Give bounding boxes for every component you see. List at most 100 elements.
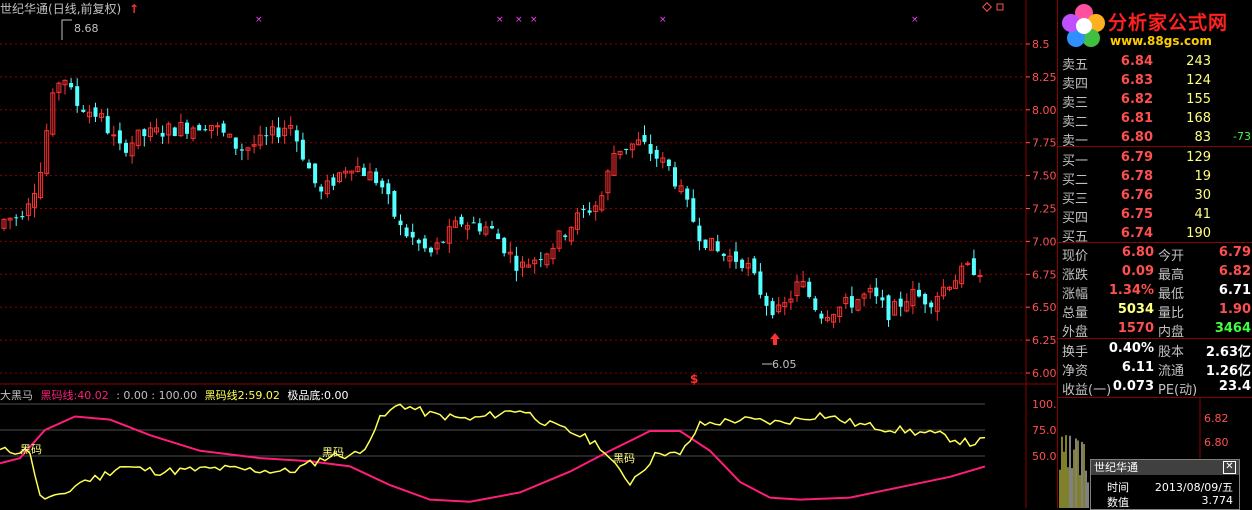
quote-value: 1.90 [1218,302,1251,317]
logo-url: www.88gs.com [1110,34,1212,48]
candle-body-down [185,122,189,134]
sell-row[interactable]: 卖三 6.82 155 [1058,91,1252,111]
data-popup[interactable]: 世纪华通 ✕ 时间 2013/08/09/五 数值 3.774 [1090,459,1240,510]
square-icon [996,3,1004,11]
sell-price: 6.81 [1120,111,1153,126]
candle-body-down [502,237,507,254]
candle-body-down [758,271,763,295]
sell-price: 6.83 [1120,73,1153,88]
quote-label: 涨跌 [1062,268,1089,283]
candle-body-down [20,216,25,218]
quote-label: 流通 [1158,364,1185,379]
buy-row[interactable]: 买四 6.75 41 [1058,206,1252,226]
quote-value: 6.11 [1121,360,1154,375]
kline-svg[interactable]: 8.5 8.25 8.00 7.75 7.50 7.25 7.00 6.75 6.50 6.25 6… [0,0,1056,508]
sell-level-label: 卖二 [1062,115,1089,130]
candle-body-down [142,129,147,137]
quote-label: 最高 [1158,268,1185,283]
candle-body-down [715,241,720,252]
sell-volume: 83 [1194,130,1211,145]
quote-label: 股本 [1158,345,1185,360]
candle-body-down [898,298,903,307]
sell-row[interactable]: 卖五 6.84 243 [1058,53,1252,73]
sell-change: -73 [1233,130,1251,143]
candle-body-down [422,238,427,249]
cross-marker: × [911,15,919,25]
candle-body-down [849,296,854,308]
price-tick-label: 7.25 [1032,203,1056,216]
candle-body-down [331,177,336,186]
candle-body-down [221,123,226,133]
candle-body-down [410,231,415,238]
close-icon[interactable]: ✕ [1223,461,1236,474]
indicator-signal-label: 黑码 [322,446,344,459]
buy-row[interactable]: 买三 6.76 30 [1058,187,1252,207]
buy-price: 6.78 [1120,169,1153,184]
quote-panel: 分析家公式网 www.88gs.com 卖五 6.84 243 卖四 6.83 124 卖三… [1057,0,1252,508]
quote-label: 净资 [1062,364,1089,379]
candle-body-down [819,313,824,319]
stock-mode: (日线,前复权) [48,2,122,16]
quote-value: 6.80 [1121,245,1154,260]
buy-row[interactable]: 买二 6.78 19 [1058,168,1252,188]
indicator-tick-label: 100. [1032,398,1056,411]
signal-marker: $ [690,372,698,386]
cross-marker: × [496,15,504,25]
candle-body-down [581,208,586,211]
buy-row[interactable]: 买一 6.79 129 [1058,149,1252,169]
sell-volume: 124 [1186,73,1211,88]
candle-body-down [917,289,921,297]
quote-row: 总量 5034 量比 1.90 [1058,301,1252,321]
buy-price: 6.79 [1120,150,1153,165]
candle-body-down [496,233,501,240]
sell-volume: 168 [1186,111,1211,126]
chart-area[interactable]: 8.5 8.25 8.00 7.75 7.50 7.25 7.00 6.75 6.50 6.25 6… [0,0,1056,508]
quote-value: 6.79 [1218,245,1251,260]
candle-body-down [490,226,494,229]
price-tick-label: 7.00 [1032,235,1056,248]
sell-level-label: 卖三 [1062,96,1089,111]
mini-tick-label: 6.80 [1204,436,1229,449]
quote-label: 量比 [1158,306,1185,321]
stock-name: 世纪华通 [0,2,49,16]
buy-level-label: 买一 [1062,154,1089,169]
candle-body-down [69,83,74,88]
price-tick-label: 6.00 [1032,367,1056,380]
quote-value: 1.26亿 [1205,364,1251,379]
sell-row[interactable]: 卖四 6.83 124 [1058,72,1252,92]
indicator-name: 大黑马 [0,389,33,402]
quote-row: 外盘 1570 内盘 3464 [1058,320,1252,340]
quote-value: 6.71 [1218,283,1251,298]
quote-value: 6.82 [1218,264,1251,279]
candle-body-down [538,259,543,261]
up-arrow-icon[interactable]: ↑ [129,2,139,16]
candle-body-down [14,217,19,219]
candle-body-down [203,129,208,131]
candle-body-down [514,255,519,271]
buy-volume: 190 [1186,226,1211,241]
candle-body-down [124,142,128,153]
candle-body-up [215,125,220,128]
quote-label: 最低 [1158,287,1185,302]
candle-body-down [374,171,379,184]
quote-label: 涨幅 [1062,287,1089,302]
candle-body-down [971,258,976,275]
quote-row: 现价 6.80 今开 6.79 [1058,244,1252,264]
candle-body-down [93,107,98,117]
candle-body-down [300,139,305,160]
price-tick-label: 6.75 [1032,268,1056,281]
low-price-label: 6.05 [772,358,797,371]
candle-body-down [770,301,775,316]
candle-body-down [276,127,281,138]
candle-body-down [477,223,482,232]
flower-logo-icon [1062,4,1105,47]
candle-body-down [648,144,653,154]
candle-body-down [197,124,202,131]
candle-body-down [392,191,397,217]
candle-body-down [673,167,677,187]
candle-body-down [160,132,165,137]
candle-body-down [264,135,269,137]
line1-val: 40.02 [77,389,109,402]
sell-row[interactable]: 卖二 6.81 168 [1058,110,1252,130]
candle-body-down [929,302,934,308]
